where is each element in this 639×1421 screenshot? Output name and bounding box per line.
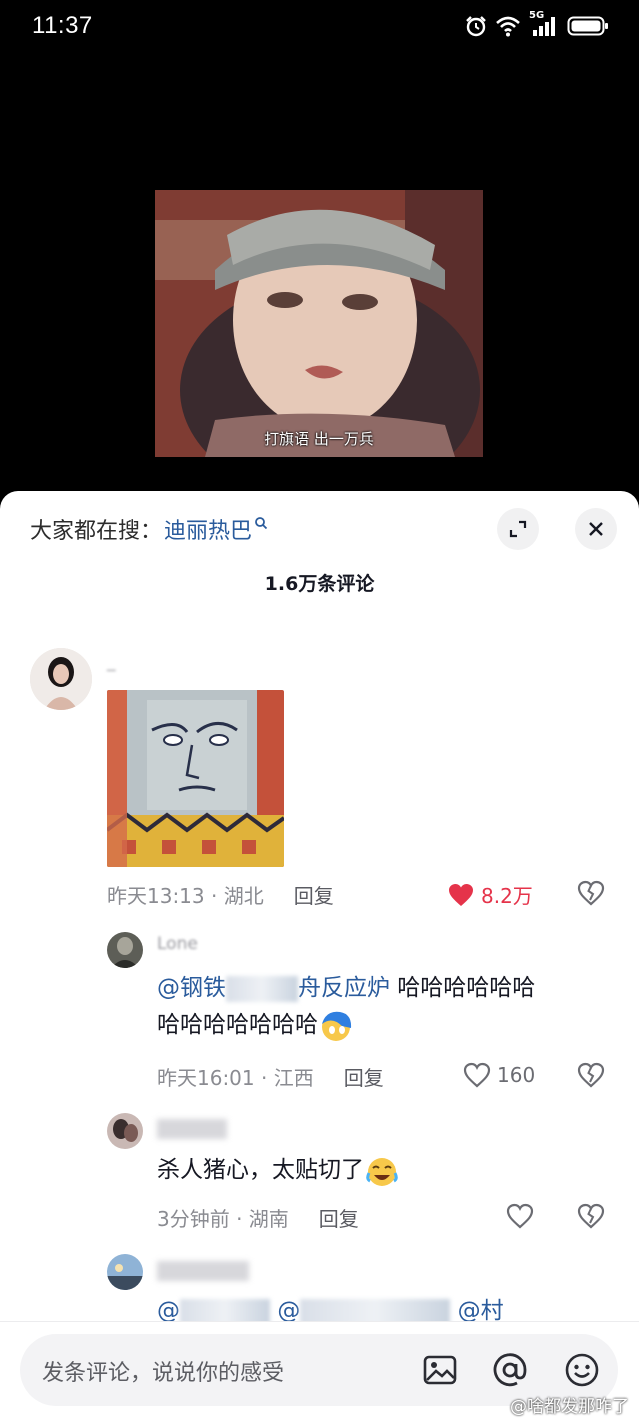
input-divider: [0, 1321, 639, 1322]
like-count: 8.2万: [481, 884, 533, 908]
censor-blur: [300, 1298, 451, 1321]
search-icon: [255, 517, 268, 530]
censor-blur: [180, 1298, 270, 1321]
status-time: 11:37: [32, 12, 93, 39]
close-button[interactable]: [575, 508, 617, 550]
heart-icon: [463, 1062, 491, 1088]
reply-text: @钢铁 舟反应炉 哈哈哈哈哈哈 哈哈哈哈哈哈哈: [157, 970, 607, 1044]
reply-time-location: 昨天16:01 · 江西: [157, 1066, 314, 1090]
mention-link[interactable]: @村: [458, 1298, 504, 1321]
wifi-icon: [496, 16, 520, 37]
emoji-sticker: [364, 1155, 400, 1187]
alarm-icon: [466, 16, 486, 37]
username-blur: [157, 1261, 249, 1281]
dislike-icon[interactable]: [577, 880, 605, 906]
username-blur: [157, 1119, 227, 1139]
comment-sheet: 大家都在搜： 迪丽热巴 1.6万条评论 _ 昨天13:13 · 湖北 回复 8.…: [0, 491, 639, 1421]
reply-time-location: 3分钟前 · 湖南: [157, 1207, 289, 1231]
like-count: 160: [497, 1063, 536, 1087]
status-bar: 11:37 5G: [0, 0, 639, 56]
mention-icon[interactable]: [492, 1352, 528, 1388]
reply-text: 杀人猪心，太贴切了: [157, 1152, 400, 1189]
comment-meta: 昨天13:13 · 湖北 回复: [107, 880, 334, 909]
heart-icon: [449, 883, 473, 906]
comment-sticker-image[interactable]: [107, 690, 284, 867]
censor-blur: [226, 975, 298, 1002]
reply-meta: 3分钟前 · 湖南 回复: [157, 1203, 359, 1232]
reply-button[interactable]: 回复: [344, 1062, 384, 1091]
video-player[interactable]: 打旗语 出一万兵: [155, 190, 483, 457]
signal-icon: 5G: [529, 10, 559, 38]
reply-text: @ @ @村: [157, 1293, 617, 1321]
weibo-watermark: @啥都发那咋了: [510, 1397, 629, 1417]
mention-link[interactable]: @钢铁 舟反应炉: [157, 975, 390, 1002]
like-button[interactable]: 8.2万: [447, 880, 533, 909]
image-icon[interactable]: [422, 1352, 458, 1388]
status-icons: 5G: [465, 10, 609, 38]
reply-button[interactable]: 回复: [319, 1203, 359, 1232]
reply-username[interactable]: Lone: [157, 934, 198, 954]
emoji-sticker: [318, 1010, 354, 1042]
like-button[interactable]: 160: [463, 1062, 535, 1088]
heart-icon[interactable]: [506, 1203, 534, 1229]
avatar[interactable]: [107, 932, 143, 968]
comment-count: 1.6万条评论: [264, 573, 375, 595]
search-suggestion[interactable]: 大家都在搜： 迪丽热巴: [30, 513, 268, 545]
comment-time-location: 昨天13:13 · 湖北: [107, 884, 264, 908]
search-term-link[interactable]: 迪丽热巴: [164, 513, 252, 545]
mention-link[interactable]: @: [157, 1298, 270, 1321]
mention-link[interactable]: @: [277, 1298, 451, 1321]
comment-input[interactable]: 发条评论，说说你的感受: [42, 1355, 284, 1387]
dislike-icon[interactable]: [577, 1203, 605, 1229]
video-subtitle: 打旗语 出一万兵: [264, 430, 374, 448]
expand-icon: [509, 520, 527, 538]
close-icon: [589, 522, 603, 536]
avatar[interactable]: [107, 1113, 143, 1149]
comment-username[interactable]: _: [107, 652, 116, 672]
expand-button[interactable]: [497, 508, 539, 550]
reply-button[interactable]: 回复: [294, 880, 334, 909]
search-prefix: 大家都在搜：: [30, 519, 163, 544]
avatar[interactable]: [107, 1254, 143, 1290]
reply-meta: 昨天16:01 · 江西 回复: [157, 1062, 384, 1091]
emoji-icon[interactable]: [564, 1352, 600, 1388]
battery-icon: [567, 16, 608, 36]
avatar[interactable]: [30, 648, 92, 710]
dislike-icon[interactable]: [577, 1062, 605, 1088]
video-frame-image: [155, 190, 483, 457]
